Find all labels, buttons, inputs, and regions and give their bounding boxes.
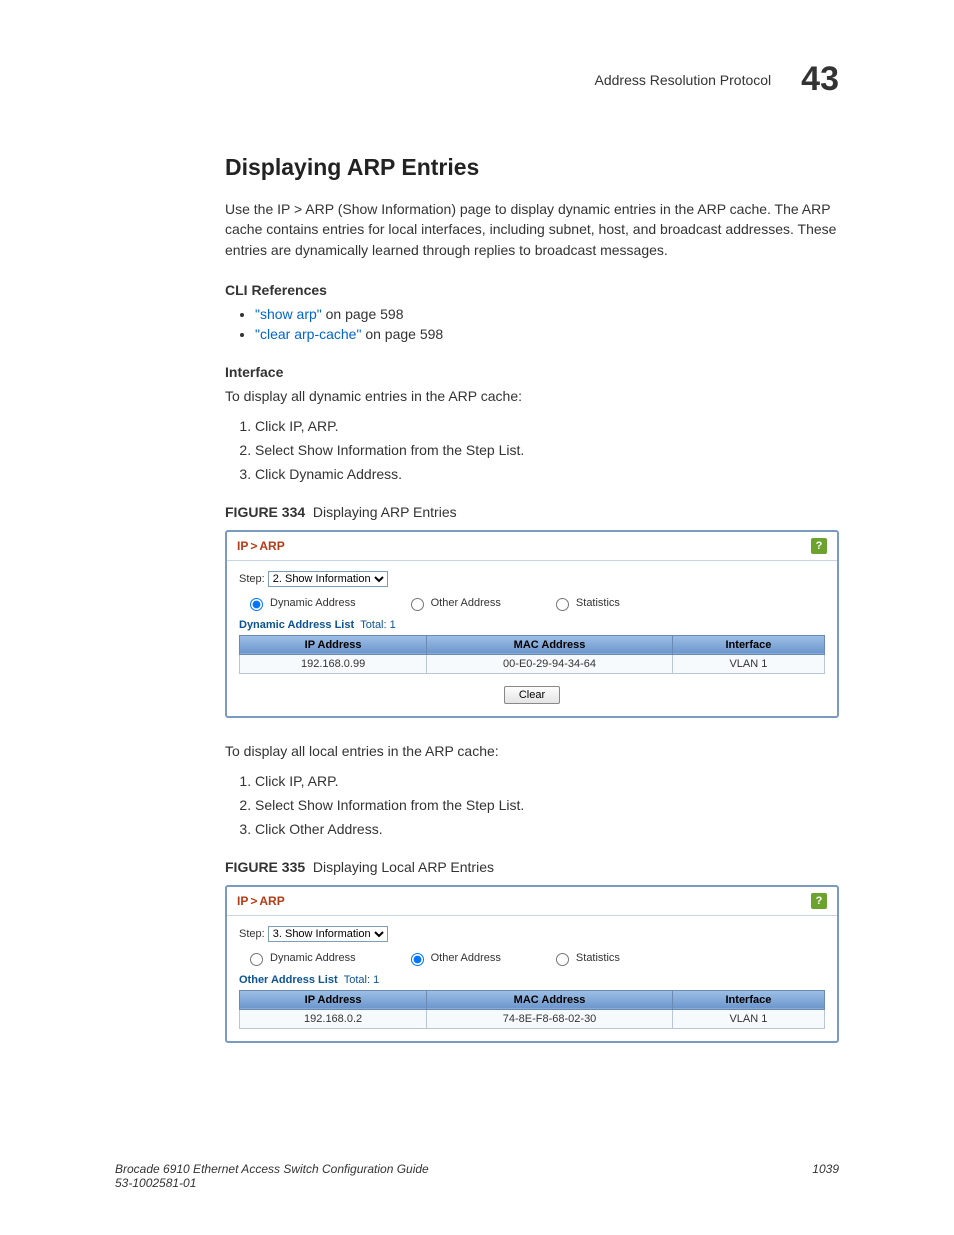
figure-title: Displaying Local ARP Entries: [313, 859, 494, 875]
figure-number: FIGURE 335: [225, 859, 305, 875]
cli-rest: on page 598: [361, 326, 443, 342]
list-title: Dynamic Address List: [239, 619, 354, 631]
data-table: IP Address MAC Address Interface 192.168…: [239, 635, 825, 674]
section-intro: Use the IP > ARP (Show Information) page…: [225, 199, 839, 260]
page-footer: Brocade 6910 Ethernet Access Switch Conf…: [115, 1162, 839, 1190]
step: Select Show Information from the Step Li…: [255, 797, 839, 813]
clear-button[interactable]: Clear: [504, 686, 560, 704]
figure-caption: FIGURE 335 Displaying Local ARP Entries: [225, 859, 839, 875]
col-mac: MAC Address: [427, 635, 673, 654]
footer-guide-title: Brocade 6910 Ethernet Access Switch Conf…: [115, 1162, 429, 1176]
step: Click Other Address.: [255, 821, 839, 837]
cli-rest: on page 598: [322, 306, 404, 322]
steps-list: Click IP, ARP. Select Show Information f…: [225, 418, 839, 482]
step: Click Dynamic Address.: [255, 466, 839, 482]
step: Select Show Information from the Step Li…: [255, 442, 839, 458]
table-row: 192.168.0.2 74-8E-F8-68-02-30 VLAN 1: [240, 1009, 825, 1028]
interface-lead: To display all local entries in the ARP …: [225, 743, 839, 759]
page-header: Address Resolution Protocol 43: [225, 60, 839, 99]
breadcrumb: IP>ARP: [237, 894, 285, 908]
cli-item: "show arp" on page 598: [255, 306, 839, 322]
step: Click IP, ARP.: [255, 418, 839, 434]
interface-heading: Interface: [225, 364, 839, 380]
help-icon[interactable]: ?: [811, 538, 827, 554]
header-title: Address Resolution Protocol: [595, 72, 772, 88]
radio-other[interactable]: Other Address: [406, 595, 501, 611]
radio-statistics[interactable]: Statistics: [551, 950, 620, 966]
radio-dynamic[interactable]: Dynamic Address: [245, 595, 356, 611]
col-ip: IP Address: [240, 635, 427, 654]
cli-heading: CLI References: [225, 282, 839, 298]
footer-page-number: 1039: [812, 1162, 839, 1190]
figure-caption: FIGURE 334 Displaying ARP Entries: [225, 504, 839, 520]
radio-dynamic[interactable]: Dynamic Address: [245, 950, 356, 966]
step-selector-row: Step: 2. Show Information: [239, 571, 825, 587]
step-label: Step:: [239, 573, 265, 585]
list-total: Total: 1: [341, 974, 380, 986]
interface-lead: To display all dynamic entries in the AR…: [225, 388, 839, 404]
arp-panel-dynamic: IP>ARP ? Step: 2. Show Information Dynam…: [225, 530, 839, 718]
step-selector-row: Step: 3. Show Information: [239, 926, 825, 942]
step-label: Step:: [239, 928, 265, 940]
cli-link[interactable]: "clear arp-cache": [255, 326, 361, 342]
table-header-row: IP Address MAC Address Interface: [240, 635, 825, 654]
col-ip: IP Address: [240, 990, 427, 1009]
radio-row: Dynamic Address Other Address Statistics: [245, 595, 825, 611]
table-row: 192.168.0.99 00-E0-29-94-34-64 VLAN 1: [240, 654, 825, 673]
breadcrumb: IP>ARP: [237, 539, 285, 553]
step-select[interactable]: 2. Show Information: [268, 571, 388, 587]
step: Click IP, ARP.: [255, 773, 839, 789]
col-interface: Interface: [672, 990, 824, 1009]
figure-number: FIGURE 334: [225, 504, 305, 520]
help-icon[interactable]: ?: [811, 893, 827, 909]
table-header-row: IP Address MAC Address Interface: [240, 990, 825, 1009]
footer-doc-number: 53-1002581-01: [115, 1176, 429, 1190]
list-title: Other Address List: [239, 974, 338, 986]
step-select[interactable]: 3. Show Information: [268, 926, 388, 942]
cli-reference-list: "show arp" on page 598 "clear arp-cache"…: [225, 306, 839, 342]
figure-title: Displaying ARP Entries: [313, 504, 457, 520]
section-title: Displaying ARP Entries: [225, 154, 839, 181]
col-interface: Interface: [672, 635, 824, 654]
list-total: Total: 1: [357, 619, 396, 631]
steps-list: Click IP, ARP. Select Show Information f…: [225, 773, 839, 837]
radio-other[interactable]: Other Address: [406, 950, 501, 966]
radio-row: Dynamic Address Other Address Statistics: [245, 950, 825, 966]
chapter-number: 43: [801, 60, 839, 99]
data-table: IP Address MAC Address Interface 192.168…: [239, 990, 825, 1029]
col-mac: MAC Address: [427, 990, 673, 1009]
radio-statistics[interactable]: Statistics: [551, 595, 620, 611]
cli-item: "clear arp-cache" on page 598: [255, 326, 839, 342]
arp-panel-other: IP>ARP ? Step: 3. Show Information Dynam…: [225, 885, 839, 1043]
cli-link[interactable]: "show arp": [255, 306, 322, 322]
